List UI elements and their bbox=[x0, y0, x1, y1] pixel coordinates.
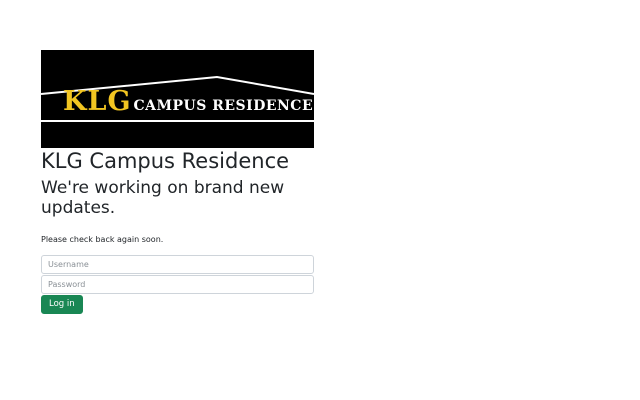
logo-subtitle-text: CAMPUS RESIDENCE bbox=[133, 98, 314, 114]
maintenance-headline: We're working on brand new updates. bbox=[41, 178, 285, 218]
login-form: Log in bbox=[41, 255, 314, 314]
page-title: KLG Campus Residence bbox=[41, 149, 290, 173]
site-logo: KLG CAMPUS RESIDENCE bbox=[41, 50, 314, 148]
login-button[interactable]: Log in bbox=[41, 295, 83, 314]
maintenance-message: Please check back again soon. bbox=[41, 235, 164, 244]
maintenance-container: KLG CAMPUS RESIDENCE KLG Campus Residence… bbox=[41, 50, 314, 314]
username-input[interactable] bbox=[41, 255, 314, 274]
password-input[interactable] bbox=[41, 275, 314, 294]
logo-brand-text: KLG bbox=[63, 86, 132, 117]
logo-wordmark: KLG CAMPUS RESIDENCE bbox=[63, 86, 313, 117]
